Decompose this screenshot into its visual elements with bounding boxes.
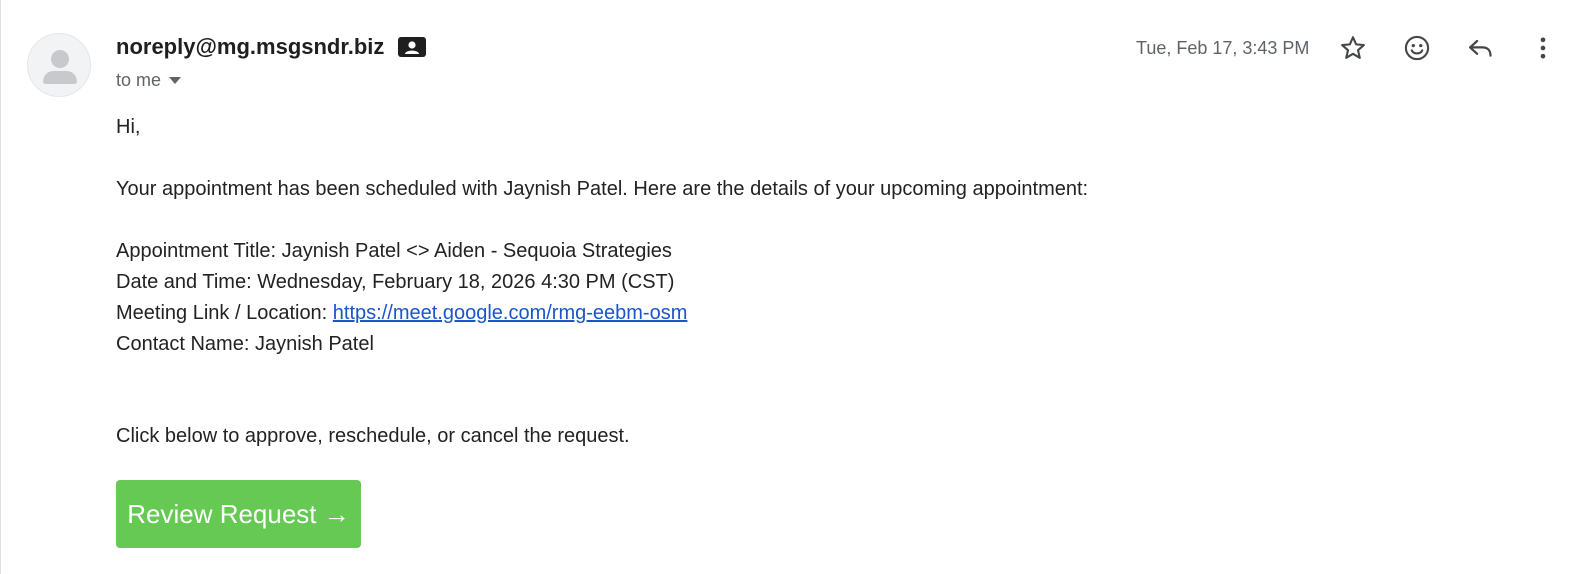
contact-name-label: Contact Name: — [116, 333, 255, 355]
more-vert-icon[interactable] — [1523, 28, 1563, 68]
appointment-datetime-label: Date and Time: — [116, 271, 258, 293]
appointment-datetime-value: Wednesday, February 18, 2026 4:30 PM (CS… — [257, 271, 675, 293]
appointment-title-value: Jaynish Patel <> Aiden - Sequoia Strateg… — [281, 240, 672, 262]
chevron-down-icon[interactable] — [169, 77, 182, 84]
meeting-link[interactable]: https://meet.google.com/rmg-eebm-osm — [333, 302, 688, 324]
contact-card-icon[interactable] — [398, 35, 427, 59]
emoji-icon[interactable] — [1397, 28, 1437, 68]
greeting-text: Hi, — [116, 116, 141, 138]
star-icon[interactable] — [1333, 28, 1373, 68]
appointment-title-label: Appointment Title: — [116, 240, 282, 262]
sender-avatar[interactable] — [27, 33, 91, 97]
reply-icon[interactable] — [1460, 28, 1500, 68]
email-message-view: noreply@mg.msgsndr.biz to me Tue, Feb 17… — [0, 0, 1586, 574]
recipient-label: to me — [116, 70, 162, 90]
appointment-datetime-line: Date and Time: Wednesday, February 18, 2… — [116, 267, 1088, 298]
sender-header: noreply@mg.msgsndr.biz — [116, 34, 427, 60]
recipient-details-toggle[interactable]: to me — [116, 70, 182, 91]
appointment-title-line: Appointment Title: Jaynish Patel <> Aide… — [116, 236, 1088, 267]
contact-name-value: Jaynish Patel — [254, 333, 374, 355]
meeting-location-label: Meeting Link / Location: — [116, 302, 333, 324]
avatar-head-shape — [51, 50, 69, 68]
intro-text: Your appointment has been scheduled with… — [116, 178, 1089, 200]
contact-name-line: Contact Name: Jaynish Patel — [116, 329, 1088, 360]
review-request-button[interactable]: Review Request → — [116, 480, 361, 548]
message-timestamp: Tue, Feb 17, 3:43 PM — [1136, 38, 1310, 58]
meeting-location-line: Meeting Link / Location: https://meet.go… — [116, 298, 1088, 329]
sender-email[interactable]: noreply@mg.msgsndr.biz — [116, 34, 384, 60]
message-body: Hi, Your appointment has been scheduled … — [116, 112, 1088, 452]
review-request-label: Review Request → — [127, 498, 350, 529]
instruction-text: Click below to approve, reschedule, or c… — [116, 425, 630, 447]
avatar-body-shape — [43, 71, 77, 84]
